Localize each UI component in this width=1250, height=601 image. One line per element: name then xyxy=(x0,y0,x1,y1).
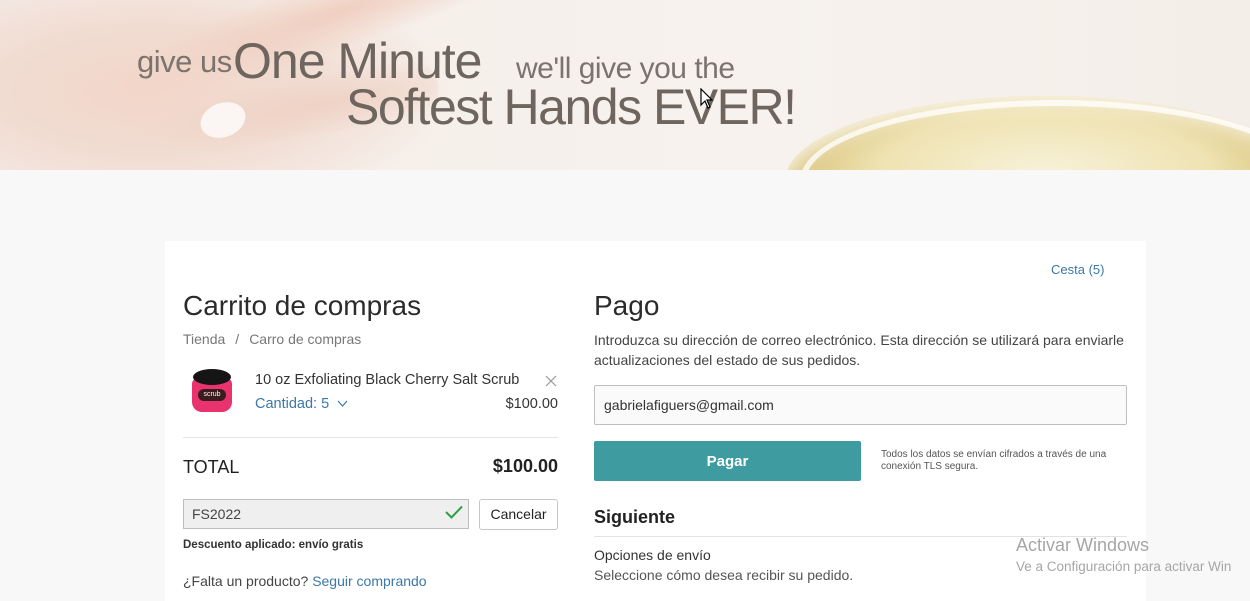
tagline-give-us: give us xyxy=(137,44,232,79)
activate-windows-subtitle: Ve a Configuración para activar Win xyxy=(1016,559,1232,574)
basket-link[interactable]: Cesta (5) xyxy=(1051,262,1104,277)
product-name[interactable]: 10 oz Exfoliating Black Cherry Salt Scru… xyxy=(255,372,519,388)
quantity-label: Cantidad: 5 xyxy=(255,396,330,412)
pay-button[interactable]: Pagar xyxy=(594,441,861,481)
breadcrumb: Tienda / Carro de compras xyxy=(183,331,361,347)
mouse-cursor-icon xyxy=(700,88,714,109)
tagline-softest-hands: Softest Hands EVER! xyxy=(346,79,797,135)
product-thumbnail[interactable]: scrub xyxy=(190,369,234,413)
next-step-title: Siguiente xyxy=(594,507,676,527)
chevron-down-icon xyxy=(337,400,348,407)
missing-product-text: ¿Falta un producto? xyxy=(183,573,309,589)
breadcrumb-cart: Carro de compras xyxy=(249,331,362,347)
shipping-options-description: Seleccione cómo desea recibir su pedido. xyxy=(594,567,854,583)
payment-title: Pago xyxy=(594,290,660,321)
payment-description: Introduzca su dirección de correo electr… xyxy=(594,332,1124,368)
shipping-options-title: Opciones de envío xyxy=(594,547,711,563)
missing-product-line: ¿Falta un producto? Seguir comprando xyxy=(183,573,427,589)
checkout-card: Cesta (5) Carrito de compras Tienda / Carr… xyxy=(165,241,1146,601)
checkmark-icon xyxy=(445,503,463,524)
cancel-coupon-button[interactable]: Cancelar xyxy=(479,499,558,530)
continue-shopping-link[interactable]: Seguir comprando xyxy=(312,573,426,589)
total-value: $100.00 xyxy=(492,456,558,476)
cart-title: Carrito de compras xyxy=(183,290,422,321)
product-jar-label: scrub xyxy=(198,389,226,401)
banner-tagline: give us One Minute we'll give you the So… xyxy=(0,0,1250,170)
coupon-field[interactable]: FS2022 xyxy=(183,499,469,529)
secure-note: Todos los datos se envían cifrados a tra… xyxy=(881,449,1107,472)
product-price: $100.00 xyxy=(505,396,558,412)
hero-banner: give us One Minute we'll give you the So… xyxy=(0,0,1250,170)
breadcrumb-shop[interactable]: Tienda xyxy=(183,331,225,347)
breadcrumb-separator: / xyxy=(235,331,240,347)
total-label: TOTAL xyxy=(183,457,240,477)
divider xyxy=(183,437,558,438)
activate-windows-title: Activar Windows xyxy=(1016,535,1150,555)
quantity-selector[interactable]: Cantidad: 5 xyxy=(255,396,348,412)
email-field[interactable] xyxy=(594,385,1127,425)
close-icon[interactable] xyxy=(545,374,557,392)
discount-note: Descuento aplicado: envío gratis xyxy=(183,539,364,551)
